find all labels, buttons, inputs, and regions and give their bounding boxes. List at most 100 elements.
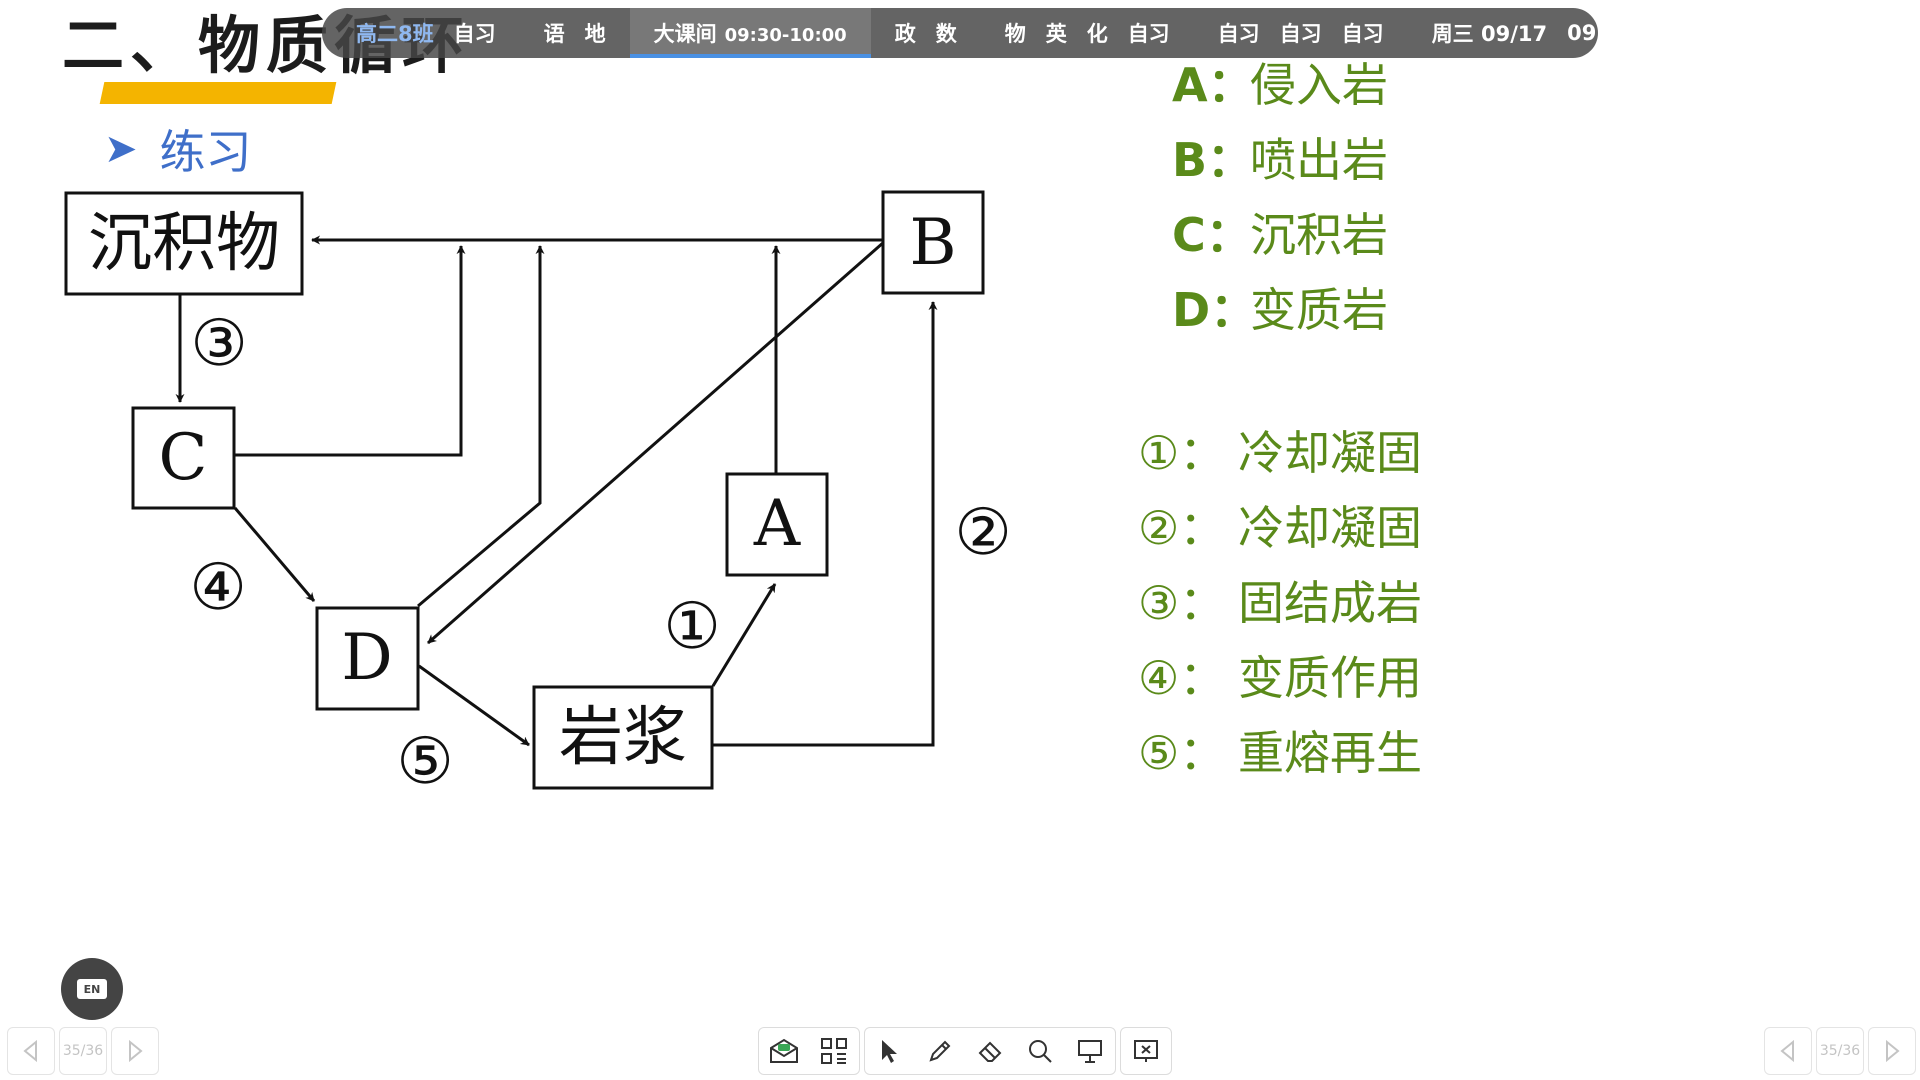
arrow-b-to-d [427, 240, 885, 645]
class-schedule-bar[interactable]: 高二8班 自习 语 地 大课间 09:30-10:00 政 数 物 英 化 自习 … [322, 8, 1672, 58]
search-icon [1029, 1040, 1052, 1063]
schedule-group: 语 地 [520, 8, 630, 58]
schedule-period-time: 09:30-10:00 [724, 25, 847, 46]
answer-value: 重熔再生 [1238, 725, 1422, 780]
pen-tool-button[interactable] [915, 1028, 965, 1074]
schedule-period: 自习 [453, 22, 496, 46]
schedule-group: 高二8班 自习 [342, 8, 520, 58]
language-icon: EN [77, 979, 107, 999]
answer-key: ②： [1138, 500, 1226, 555]
answer-key: C： [1172, 207, 1252, 262]
schedule-period: 语 [543, 22, 565, 46]
answer-key: A： [1172, 57, 1254, 112]
schedule-clock: 09:37:05 [1567, 21, 1672, 45]
page-navigator-right: 35/36 [1764, 1027, 1916, 1075]
marker-4: ④ [189, 551, 246, 625]
eraser-icon [978, 1041, 1002, 1062]
answer-value: 变质岩 [1250, 282, 1388, 337]
node-c-label: C [159, 421, 208, 495]
exit-slideshow-button[interactable] [1121, 1028, 1171, 1074]
marker-3: ③ [190, 307, 247, 381]
answer-value: 侵入岩 [1250, 57, 1388, 112]
eraser-tool-button[interactable] [965, 1028, 1015, 1074]
answer-key: ④： [1138, 650, 1226, 705]
presentation-icon [1078, 1040, 1102, 1063]
answer-value: 冷却凝固 [1238, 500, 1422, 555]
schedule-clock-group: 周三 09/17 09:37:05 [1408, 8, 1696, 58]
process-answers: ①： 冷却凝固 ②： 冷却凝固 ③： 固结成岩 ④： 变质作用 ⑤： 重熔再生 [1138, 412, 1422, 787]
answer-key: ①： [1138, 425, 1226, 480]
list-item: D： 变质岩 [1172, 269, 1388, 344]
answer-value: 喷出岩 [1250, 132, 1388, 187]
schedule-period: 英 [1045, 22, 1067, 46]
schedule-period: 物 [1004, 22, 1026, 46]
marker-5: ⑤ [396, 725, 453, 799]
schedule-group: 政 数 [871, 8, 981, 58]
list-item: ⑤： 重熔再生 [1138, 712, 1422, 787]
next-page-button[interactable] [1868, 1027, 1916, 1075]
schedule-group: 物 英 化 自习 [981, 8, 1194, 58]
schedule-period: 自习 [1127, 22, 1170, 46]
presentation-toolbar [758, 1027, 1172, 1075]
presentation-tool-button[interactable] [1065, 1028, 1115, 1074]
page-indicator[interactable]: 35/36 [1816, 1027, 1864, 1075]
schedule-period: 自习 [1279, 22, 1322, 46]
search-tool-button[interactable] [1015, 1028, 1065, 1074]
schedule-period: 数 [935, 22, 957, 46]
schedule-group: 自习 自习 自习 [1194, 8, 1408, 58]
chevron-right-icon [1886, 1040, 1900, 1062]
node-d-label: D [341, 621, 392, 695]
message-icon [770, 1038, 798, 1063]
toolbar-group [1120, 1027, 1172, 1075]
schedule-period: 自习 [1217, 22, 1260, 46]
node-magma-label: 岩浆 [559, 701, 687, 775]
qr-grid-icon [821, 1038, 847, 1064]
rock-type-answers: A： 侵入岩 B： 喷出岩 C： 沉积岩 D： 变质岩 [1172, 44, 1388, 344]
exit-slideshow-icon [1134, 1040, 1158, 1062]
list-item: ③： 固结成岩 [1138, 562, 1422, 637]
answer-value: 固结成岩 [1238, 575, 1422, 630]
answer-key: D： [1172, 282, 1257, 337]
schedule-period-current: 大课间 09:30-10:00 [654, 18, 847, 48]
answer-key: ⑤： [1138, 725, 1226, 780]
node-a-label: A [753, 487, 801, 561]
answer-value: 变质作用 [1238, 650, 1422, 705]
node-b-label: B [909, 206, 956, 280]
answer-key: ③： [1138, 575, 1226, 630]
arrow-c-to-d [233, 507, 316, 602]
prev-page-button[interactable] [7, 1027, 55, 1075]
schedule-period: 地 [584, 22, 606, 46]
answer-key: B： [1172, 132, 1254, 187]
node-sediment-label: 沉积物 [88, 207, 280, 281]
answer-value: 沉积岩 [1250, 207, 1388, 262]
qr-grid-button[interactable] [809, 1028, 859, 1074]
schedule-period-label: 大课间 [653, 22, 717, 46]
toolbar-group [758, 1027, 860, 1075]
schedule-group-current: 大课间 09:30-10:00 [629, 8, 871, 58]
marker-1: ① [663, 590, 720, 664]
list-item: ②： 冷却凝固 [1138, 487, 1422, 562]
list-item: B： 喷出岩 [1172, 119, 1388, 194]
language-switch-button[interactable]: EN [61, 958, 123, 1020]
rock-cycle-diagram: 沉积物 B C D A 岩浆 ③ ④ ⑤ ① ② [64, 190, 1012, 799]
list-item: C： 沉积岩 [1172, 194, 1388, 269]
prev-page-button[interactable] [1764, 1027, 1812, 1075]
list-item: ④： 变质作用 [1138, 637, 1422, 712]
next-page-button[interactable] [111, 1027, 159, 1075]
list-item: ①： 冷却凝固 [1138, 412, 1422, 487]
chevron-right-icon [129, 1040, 143, 1062]
answer-value: 冷却凝固 [1238, 425, 1422, 480]
schedule-period: 政 [894, 22, 916, 46]
pen-icon [929, 1040, 951, 1062]
toolbar-group [864, 1027, 1116, 1075]
page-indicator[interactable]: 35/36 [59, 1027, 107, 1075]
message-button[interactable] [759, 1028, 809, 1074]
page-navigator-left: 35/36 [7, 1027, 159, 1075]
schedule-date: 周三 09/17 [1431, 22, 1548, 46]
arrow-d-to-sediment [417, 245, 545, 608]
arrow-magma-to-a [711, 583, 777, 687]
schedule-period: 自习 [1341, 22, 1384, 46]
marker-2: ② [954, 496, 1011, 570]
pointer-tool-button[interactable] [865, 1028, 915, 1074]
chevron-left-icon [23, 1040, 37, 1062]
